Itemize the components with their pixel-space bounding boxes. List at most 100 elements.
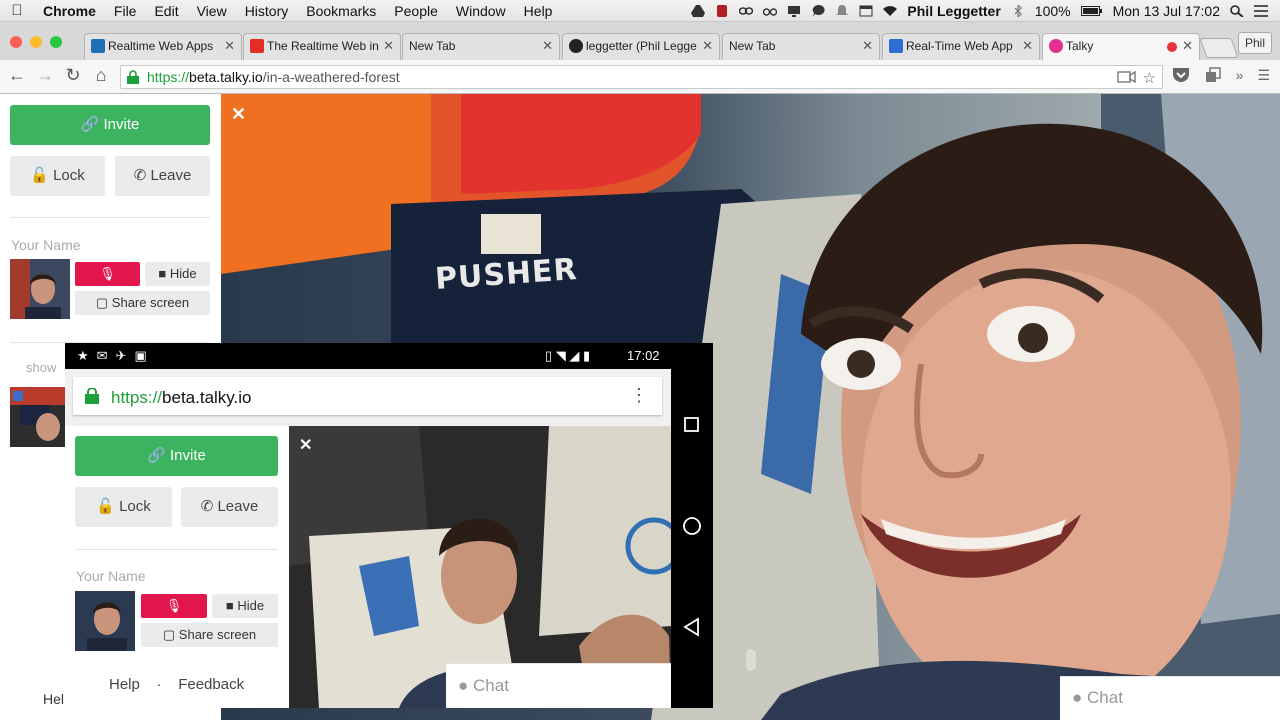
mobile-hide-button[interactable]: ■ Hide bbox=[212, 594, 278, 618]
back-triangle-icon[interactable] bbox=[683, 617, 699, 637]
mobile-close-video-icon[interactable]: ✕ bbox=[299, 435, 312, 455]
tab-close-icon[interactable]: ✕ bbox=[224, 38, 235, 54]
back-arrow-icon[interactable]: ← bbox=[6, 65, 28, 86]
tab-manager-icon[interactable] bbox=[1204, 67, 1222, 83]
local-video-thumbnail[interactable] bbox=[10, 259, 70, 319]
menu-user-name[interactable]: Phil Leggetter bbox=[907, 3, 1000, 19]
tab-close-icon[interactable]: ✕ bbox=[862, 38, 873, 54]
tab-close-icon[interactable]: ✕ bbox=[702, 38, 713, 54]
mobile-your-name-input[interactable]: Your Name bbox=[76, 568, 146, 584]
tab-realtime-web-apps[interactable]: Realtime Web Apps ✕ bbox=[84, 33, 242, 60]
local-video-frame bbox=[10, 259, 70, 319]
notification-center-icon[interactable] bbox=[1254, 4, 1268, 17]
tab-close-icon[interactable]: ✕ bbox=[383, 38, 394, 54]
camera-permission-icon[interactable] bbox=[1116, 69, 1137, 85]
apple-menu-icon[interactable]:  bbox=[0, 2, 34, 19]
clock[interactable]: Mon 13 Jul 17:02 bbox=[1113, 3, 1220, 19]
mute-microphone-button[interactable]: 🎙 bbox=[75, 262, 140, 286]
mobile-help-link[interactable]: Help bbox=[109, 676, 140, 693]
mobile-lock-button[interactable]: 🔓 Lock bbox=[75, 487, 172, 527]
tab-real-time-web-app[interactable]: Real-Time Web App ✕ bbox=[882, 33, 1040, 60]
pocket-icon[interactable] bbox=[1172, 67, 1190, 83]
tab-close-icon[interactable]: ✕ bbox=[542, 38, 553, 54]
lock-button[interactable]: 🔓 Lock bbox=[10, 156, 105, 196]
home-circle-icon[interactable] bbox=[683, 517, 701, 535]
mobile-share-screen-label: Share screen bbox=[178, 627, 257, 642]
mobile-share-screen-button[interactable]: ▢ Share screen bbox=[141, 623, 278, 647]
hide-video-button[interactable]: ■ Hide bbox=[145, 262, 210, 286]
evernote-icon[interactable] bbox=[715, 4, 729, 17]
spotlight-search-icon[interactable] bbox=[1230, 4, 1244, 17]
bluetooth-icon[interactable] bbox=[1011, 4, 1025, 17]
mobile-footer-links: Help · Feedback bbox=[109, 676, 244, 693]
share-screen-button[interactable]: ▢ Share screen bbox=[75, 291, 210, 315]
menu-app-chrome[interactable]: Chrome bbox=[34, 3, 105, 19]
talky-favicon-icon bbox=[1049, 39, 1063, 53]
lock-icon: 🔓 bbox=[30, 167, 49, 184]
menu-bookmarks[interactable]: Bookmarks bbox=[297, 3, 385, 19]
kebab-menu-icon[interactable]: ⋮ bbox=[630, 385, 648, 406]
display-icon[interactable] bbox=[787, 5, 801, 17]
tab-new-tab-2[interactable]: New Tab ✕ bbox=[722, 33, 880, 60]
menu-extras: Phil Leggetter 100% Mon 13 Jul 17:02 bbox=[691, 3, 1280, 19]
mobile-mute-button[interactable]: 🎙 bbox=[141, 594, 207, 618]
menu-edit[interactable]: Edit bbox=[145, 3, 187, 19]
screen-share-icon: ▢ bbox=[162, 627, 176, 642]
mobile-chat-input[interactable]: ● Chat bbox=[446, 663, 671, 708]
help-link[interactable]: Hel bbox=[43, 691, 64, 707]
glasses-icon[interactable] bbox=[763, 5, 778, 17]
mobile-local-video-frame bbox=[75, 591, 135, 651]
screen-share-icon: ▢ bbox=[95, 295, 109, 310]
mobile-address-bar[interactable]: https://beta.talky.io ⋮ bbox=[73, 377, 662, 415]
chat-input[interactable]: ● Chat bbox=[1060, 676, 1280, 720]
drive-icon[interactable] bbox=[691, 4, 706, 17]
new-tab-button[interactable] bbox=[1199, 38, 1239, 58]
tab-talky[interactable]: Talky ✕ bbox=[1042, 33, 1200, 60]
reload-icon[interactable]: ↻ bbox=[62, 65, 84, 86]
microphone-muted-icon: 🎙 bbox=[99, 266, 116, 281]
chrome-menu-icon[interactable]: ☰ bbox=[1257, 67, 1270, 84]
menu-view[interactable]: View bbox=[188, 3, 236, 19]
remote-peer-thumbnail[interactable] bbox=[10, 387, 70, 447]
bookmark-star-icon[interactable]: ☆ bbox=[1143, 69, 1156, 87]
mobile-invite-button[interactable]: 🔗 Invite bbox=[75, 436, 278, 476]
forward-arrow-icon[interactable]: → bbox=[34, 65, 56, 86]
hang-up-icon: ✆ bbox=[200, 498, 214, 515]
menu-people[interactable]: People bbox=[385, 3, 447, 19]
mobile-local-video-thumbnail[interactable] bbox=[75, 591, 135, 651]
minimize-window-button[interactable] bbox=[30, 36, 42, 48]
mobile-chat-placeholder: Chat bbox=[473, 676, 509, 695]
mobile-leave-button[interactable]: ✆ Leave bbox=[181, 487, 278, 527]
recents-icon[interactable] bbox=[684, 417, 699, 432]
chat-bubble-icon[interactable] bbox=[811, 4, 825, 17]
zoom-window-button[interactable] bbox=[50, 36, 62, 48]
tab-strip: Realtime Web Apps ✕ The Realtime Web in … bbox=[0, 22, 1280, 60]
mobile-remote-video[interactable]: ✕ ● Chat bbox=[289, 426, 671, 708]
secure-lock-icon bbox=[85, 388, 99, 404]
infinity-icon[interactable] bbox=[739, 5, 754, 17]
tab-realtime-web-video[interactable]: The Realtime Web in ✕ bbox=[243, 33, 401, 60]
address-bar[interactable]: https://beta.talky.io/in-a-weathered-for… bbox=[120, 65, 1163, 89]
home-icon[interactable]: ⌂ bbox=[90, 65, 112, 86]
profile-button[interactable]: Phil bbox=[1237, 32, 1272, 54]
mobile-feedback-link[interactable]: Feedback bbox=[178, 676, 244, 693]
wifi-icon[interactable] bbox=[883, 5, 898, 17]
leave-button[interactable]: ✆ Leave bbox=[115, 156, 210, 196]
invite-button[interactable]: 🔗 Invite bbox=[10, 105, 210, 145]
bell-icon[interactable] bbox=[835, 4, 849, 17]
close-window-button[interactable] bbox=[10, 36, 22, 48]
tab-close-icon[interactable]: ✕ bbox=[1182, 38, 1193, 54]
close-video-icon[interactable]: ✕ bbox=[231, 104, 246, 125]
calendar-icon[interactable] bbox=[859, 5, 873, 17]
menu-file[interactable]: File bbox=[105, 3, 146, 19]
tab-github-leggetter[interactable]: leggetter (Phil Legge ✕ bbox=[562, 33, 720, 60]
menu-history[interactable]: History bbox=[236, 3, 298, 19]
your-name-input[interactable]: Your Name bbox=[11, 237, 81, 253]
menu-window[interactable]: Window bbox=[447, 3, 515, 19]
tab-new-tab-1[interactable]: New Tab ✕ bbox=[402, 33, 560, 60]
battery-icon[interactable] bbox=[1080, 5, 1103, 17]
hide-label: Hide bbox=[169, 266, 197, 281]
tab-close-icon[interactable]: ✕ bbox=[1022, 38, 1033, 54]
menu-help[interactable]: Help bbox=[515, 3, 562, 19]
overflow-chevron-icon[interactable]: » bbox=[1236, 67, 1244, 84]
